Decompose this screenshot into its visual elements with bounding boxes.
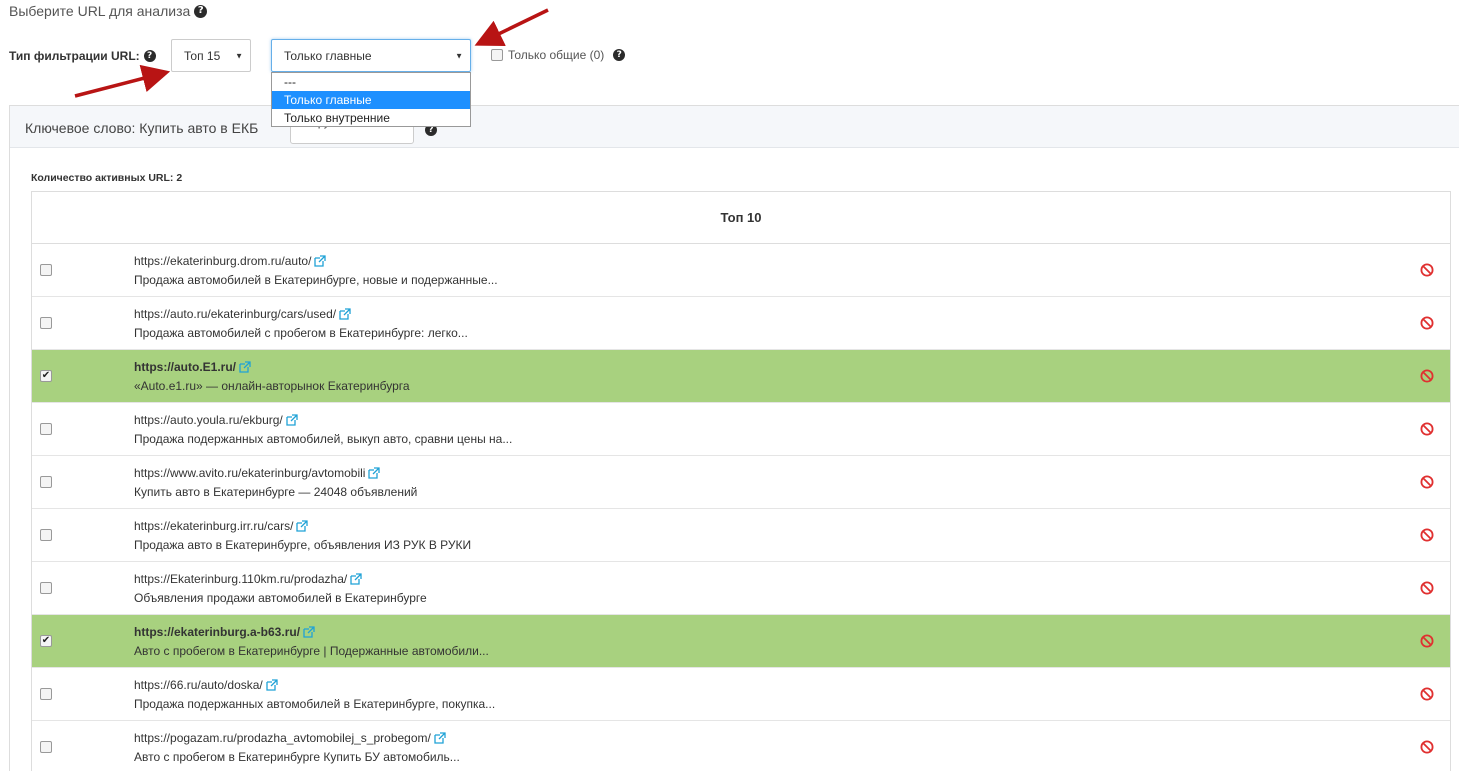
url-table: Топ 10 https://ekaterinburg.drom.ru/auto…: [31, 191, 1451, 771]
external-link-icon[interactable]: [368, 467, 381, 479]
row-description: Продажа подержанных автомобилей, выкуп а…: [134, 432, 513, 446]
ban-icon[interactable]: [1420, 740, 1434, 754]
ban-icon[interactable]: [1420, 316, 1434, 330]
table-row[interactable]: https://www.avito.ru/ekaterinburg/avtomo…: [32, 456, 1450, 509]
row-url-text[interactable]: https://ekaterinburg.a-b63.ru/: [134, 625, 300, 639]
table-row[interactable]: https://pogazam.ru/prodazha_avtomobilej_…: [32, 721, 1450, 771]
dropdown-option-internal[interactable]: Только внутренние: [272, 109, 470, 127]
table-row[interactable]: https://Ekaterinburg.110km.ru/prodazha/О…: [32, 562, 1450, 615]
filter-type-label-text: Тип фильтрации URL:: [9, 49, 140, 63]
row-description: Продажа авто в Екатеринбурге, объявления…: [134, 538, 472, 552]
external-link-icon[interactable]: [239, 361, 251, 373]
row-url-text[interactable]: https://auto.ru/ekaterinburg/cars/used/: [134, 307, 336, 321]
external-link-icon[interactable]: [266, 679, 278, 691]
row-url: https://ekaterinburg.a-b63.ru/: [134, 625, 315, 639]
ban-icon[interactable]: [1420, 263, 1434, 277]
row-url: https://66.ru/auto/doska/: [134, 678, 278, 692]
row-url: https://auto.E1.ru/: [134, 360, 251, 374]
chevron-down-icon: ▼: [235, 51, 243, 60]
dropdown-option-empty[interactable]: ---: [272, 73, 470, 91]
table-row[interactable]: https://ekaterinburg.irr.ru/cars/Продажа…: [32, 509, 1450, 562]
ban-icon[interactable]: [1420, 422, 1434, 436]
row-checkbox[interactable]: [40, 688, 52, 700]
only-common-toggle[interactable]: Только общие (0) ?: [491, 48, 626, 62]
table-row[interactable]: https://auto.ru/ekaterinburg/cars/used/П…: [32, 297, 1450, 350]
keyword-panel: Ключевое слово: Купить авто в ЕКБ Загруз…: [9, 105, 1459, 771]
row-checkbox[interactable]: [40, 529, 52, 541]
row-checkbox[interactable]: ✔: [40, 635, 52, 647]
table-row[interactable]: ✔ https://auto.E1.ru/ «Auto.e1.ru» — онлай…: [32, 350, 1450, 403]
panel-header: Ключевое слово: Купить авто в ЕКБ Загруз…: [10, 106, 1459, 148]
row-checkbox[interactable]: [40, 582, 52, 594]
external-link-icon[interactable]: [296, 520, 309, 532]
row-url: https://ekaterinburg.irr.ru/cars/: [134, 519, 309, 533]
row-checkbox[interactable]: [40, 741, 52, 753]
row-description: Продажа автомобилей с пробегом в Екатери…: [134, 326, 468, 340]
page-title: Выберите URL для анализа ?: [9, 3, 208, 19]
row-url-text[interactable]: https://auto.youla.ru/ekburg/: [134, 413, 283, 427]
page-title-text: Выберите URL для анализа: [9, 3, 191, 19]
row-url: https://ekaterinburg.drom.ru/auto/: [134, 254, 327, 268]
external-link-icon[interactable]: [350, 573, 362, 585]
row-description: Авто с пробегом в Екатеринбурге Купить Б…: [134, 750, 460, 764]
external-link-icon[interactable]: [339, 308, 351, 320]
table-row[interactable]: https://66.ru/auto/doska/Продажа подержа…: [32, 668, 1450, 721]
dropdown-option-main[interactable]: Только главные: [272, 91, 470, 109]
row-url-text[interactable]: https://Ekaterinburg.110km.ru/prodazha/: [134, 572, 347, 586]
row-description: Авто с пробегом в Екатеринбурге | Подерж…: [134, 644, 489, 658]
external-link-icon[interactable]: [314, 255, 327, 267]
url-type-value: Только главные: [284, 48, 372, 63]
row-description: «Auto.e1.ru» — онлайн-авторынок Екатерин…: [134, 379, 410, 393]
row-checkbox[interactable]: [40, 317, 52, 329]
table-row[interactable]: https://ekaterinburg.drom.ru/auto/Продаж…: [32, 244, 1450, 297]
row-checkbox[interactable]: [40, 476, 52, 488]
top-count-select[interactable]: Топ 15 ▼: [171, 39, 251, 72]
only-common-label: Только общие (0): [508, 48, 605, 62]
common-help-icon[interactable]: ?: [613, 49, 626, 61]
table-row[interactable]: ✔ https://ekaterinburg.a-b63.ru/Авто с пр…: [32, 615, 1450, 668]
row-url-text[interactable]: https://ekaterinburg.irr.ru/cars/: [134, 519, 293, 533]
row-url-text[interactable]: https://www.avito.ru/ekaterinburg/avtomo…: [134, 466, 365, 480]
keyword-title: Ключевое слово: Купить авто в ЕКБ: [25, 120, 259, 136]
arrow-to-type-select: [474, 8, 549, 46]
ban-icon[interactable]: [1420, 581, 1434, 595]
ban-icon[interactable]: [1420, 687, 1434, 701]
filter-help-icon[interactable]: ?: [143, 50, 156, 62]
external-link-icon[interactable]: [434, 732, 446, 744]
url-type-dropdown: --- Только главные Только внутренние: [271, 72, 471, 127]
filter-type-label: Тип фильтрации URL: ?: [9, 49, 156, 63]
only-common-checkbox[interactable]: [491, 49, 503, 61]
row-url: https://www.avito.ru/ekaterinburg/avtomo…: [134, 466, 381, 480]
row-description: Купить авто в Екатеринбурге — 24048 объя…: [134, 485, 418, 499]
chevron-down-icon: ▼: [455, 51, 463, 60]
external-link-icon[interactable]: [286, 414, 298, 426]
row-description: Продажа автомобилей в Екатеринбурге, нов…: [134, 273, 498, 287]
row-checkbox[interactable]: [40, 264, 52, 276]
row-checkbox[interactable]: ✔: [40, 370, 52, 382]
external-link-icon[interactable]: [303, 626, 315, 638]
row-url: https://pogazam.ru/prodazha_avtomobilej_…: [134, 731, 446, 745]
ban-icon[interactable]: [1420, 369, 1434, 383]
arrow-to-top-select: [74, 64, 171, 98]
ban-icon[interactable]: [1420, 634, 1434, 648]
row-url-text[interactable]: https://66.ru/auto/doska/: [134, 678, 263, 692]
row-url-text[interactable]: https://ekaterinburg.drom.ru/auto/: [134, 254, 311, 268]
row-url-text[interactable]: https://auto.E1.ru/: [134, 360, 236, 374]
ban-icon[interactable]: [1420, 475, 1434, 489]
row-checkbox[interactable]: [40, 423, 52, 435]
row-url: https://auto.youla.ru/ekburg/: [134, 413, 298, 427]
top-count-value: Топ 15: [184, 48, 221, 63]
url-type-select[interactable]: Только главные ▼: [271, 39, 471, 72]
help-icon[interactable]: ?: [194, 4, 208, 18]
row-description: Объявления продажи автомобилей в Екатери…: [134, 591, 427, 605]
table-rows: https://ekaterinburg.drom.ru/auto/Продаж…: [32, 244, 1450, 771]
row-url-text[interactable]: https://pogazam.ru/prodazha_avtomobilej_…: [134, 731, 431, 745]
row-description: Продажа подержанных автомобилей в Екатер…: [134, 697, 496, 711]
active-url-count: Количество активных URL: 2: [31, 172, 183, 184]
row-url: https://Ekaterinburg.110km.ru/prodazha/: [134, 572, 362, 586]
ban-icon[interactable]: [1420, 528, 1434, 542]
row-url: https://auto.ru/ekaterinburg/cars/used/: [134, 307, 351, 321]
table-row[interactable]: https://auto.youla.ru/ekburg/Продажа под…: [32, 403, 1450, 456]
table-header: Топ 10: [32, 192, 1450, 244]
